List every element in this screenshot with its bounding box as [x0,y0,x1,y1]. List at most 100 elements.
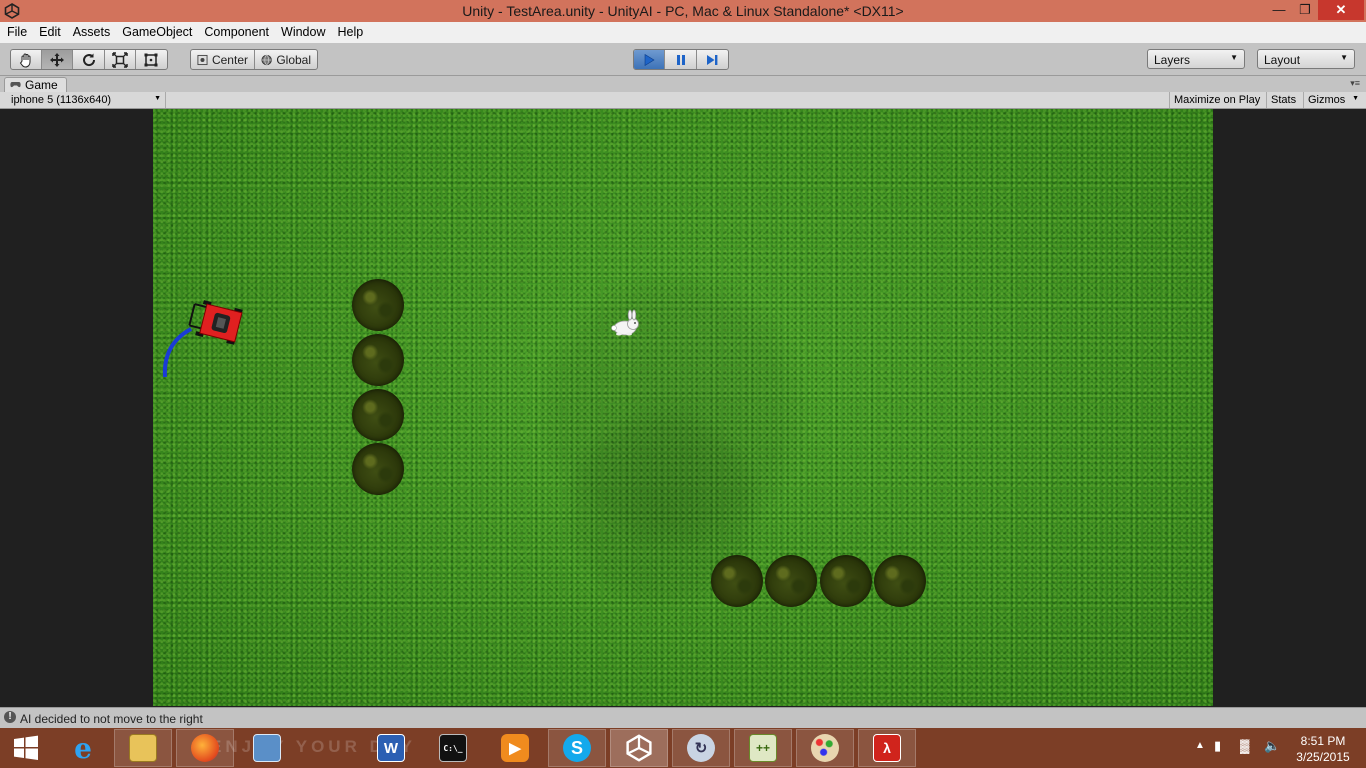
pivot-center-label: Center [211,52,248,67]
close-button[interactable]: ✕ [1318,0,1364,20]
move-tool-button[interactable] [42,50,74,69]
pause-button[interactable] [665,50,697,69]
layout-dropdown[interactable]: Layout ▼ [1257,49,1355,69]
signal-icon[interactable]: ▓ [1240,738,1249,753]
chevron-down-icon: ▼ [1340,53,1348,62]
word-icon: W [377,734,405,762]
scale-icon [111,51,128,68]
aspect-ratio-label: iphone 5 (1136x640) [11,94,112,106]
menu-bar: File Edit Assets GameObject Component Window H… [0,22,1366,43]
gizmos-dropdown[interactable]: Gizmos ▼ [1303,92,1363,108]
bush [765,555,817,607]
maximize-on-play-toggle[interactable]: Maximize on Play [1169,92,1264,108]
hand-icon [19,53,31,68]
rect-transform-icon [144,53,158,66]
remote-desktop-icon: ↻ [687,734,715,762]
chevron-down-icon: ▼ [1230,53,1238,62]
menu-window[interactable]: Window [275,22,331,43]
taskbar-acrobat[interactable]: λ [858,729,916,767]
taskbar-remote-desktop[interactable]: ↻ [672,729,730,767]
bush [352,334,404,386]
network-icon [253,734,281,762]
taskbar-word[interactable]: W [362,729,420,767]
chevron-down-icon: ▼ [154,95,161,102]
power-icon[interactable]: ▮ [1214,738,1221,754]
game-controller-icon [10,82,21,88]
paint-palette-icon [811,734,839,762]
menu-file[interactable]: File [1,22,33,43]
windows-logo-icon [14,735,38,760]
unity-icon [626,734,652,762]
command-prompt-icon: C:\_ [439,734,467,762]
game-canvas[interactable] [153,109,1213,706]
bunny-sprite [611,309,639,336]
bush [352,389,404,441]
play-icon [644,53,655,66]
pause-icon [676,54,685,65]
title-bar: Unity - TestArea.unity - UnityAI - PC, M… [0,0,1366,22]
taskbar-notepad-plus-plus[interactable]: ++ [734,729,792,767]
skype-icon: S [563,734,591,762]
volume-icon[interactable]: 🔈 [1264,738,1280,754]
scale-tool-button[interactable] [105,50,136,69]
taskbar-network-app[interactable] [238,729,296,767]
panel-menu-icon[interactable]: ▾≡ [1350,78,1360,89]
windows-taskbar: ENJOY YOUR DAY e W C:\_ ▶ S ↻ ++ λ ▲ ▮ ▓… [0,728,1366,768]
folder-icon [129,734,157,762]
taskbar-paint[interactable] [796,729,854,767]
media-player-icon: ▶ [501,734,529,762]
menu-edit[interactable]: Edit [33,22,67,43]
notepad-plus-plus-icon: ++ [749,734,777,762]
maximize-button[interactable]: ❐ [1292,0,1318,20]
window-title: Unity - TestArea.unity - UnityAI - PC, M… [462,3,904,19]
bush [874,555,926,607]
playback-controls [633,49,729,70]
taskbar-skype[interactable]: S [548,729,606,767]
tab-game[interactable]: Game [4,77,67,92]
menu-assets[interactable]: Assets [67,22,117,43]
transform-tools [10,49,168,70]
gizmos-label: Gizmos [1308,94,1346,106]
clock-time: 8:51 PM [1300,734,1346,748]
taskbar-clock[interactable]: 8:51 PM 3/25/2015 [1286,733,1360,765]
menu-gameobject[interactable]: GameObject [116,22,198,43]
play-button[interactable] [634,50,666,69]
bush [352,279,404,331]
tab-game-label: Game [25,78,58,92]
firefox-icon [191,734,219,762]
menu-component[interactable]: Component [198,22,275,43]
taskbar-firefox[interactable] [176,729,234,767]
taskbar-media-player[interactable]: ▶ [486,729,544,767]
main-toolbar: Center Global Layers ▼ Layout ▼ [0,43,1366,76]
step-icon [707,54,718,65]
pivot-center-toggle[interactable]: Center [191,50,255,69]
hand-tool-button[interactable] [11,50,43,69]
taskbar-unity[interactable] [610,729,668,767]
rect-tool-button[interactable] [136,50,167,69]
bush [352,443,404,495]
console-status-bar[interactable]: ! AI decided to not move to the right [0,707,1366,728]
minimize-button[interactable]: — [1266,0,1292,20]
layout-label: Layout [1264,53,1301,67]
aspect-ratio-dropdown[interactable]: iphone 5 (1136x640) ▼ [0,92,166,108]
console-message: AI decided to not move to the right [20,712,203,726]
menu-help[interactable]: Help [331,22,369,43]
stats-toggle[interactable]: Stats [1266,92,1300,108]
game-view-toolbar: iphone 5 (1136x640) ▼ Maximize on Play S… [0,92,1366,109]
step-button[interactable] [697,50,728,69]
lawnmower-sprite [188,300,243,345]
start-button[interactable] [0,728,52,768]
pivot-global-toggle[interactable]: Global [255,50,317,69]
taskbar-command-prompt[interactable]: C:\_ [424,729,482,767]
taskbar-file-explorer[interactable] [114,729,172,767]
chevron-down-icon: ▼ [1352,95,1359,102]
show-hidden-icons-icon[interactable]: ▲ [1195,740,1205,751]
tab-bar: Game ▾≡ [0,76,1366,92]
rotate-icon [82,53,95,66]
move-arrows-icon [50,52,65,67]
taskbar-internet-explorer[interactable]: e [54,729,112,767]
rotate-tool-button[interactable] [73,50,105,69]
info-icon: ! [4,711,16,723]
clock-date: 3/25/2015 [1296,750,1350,764]
layers-dropdown[interactable]: Layers ▼ [1147,49,1245,69]
